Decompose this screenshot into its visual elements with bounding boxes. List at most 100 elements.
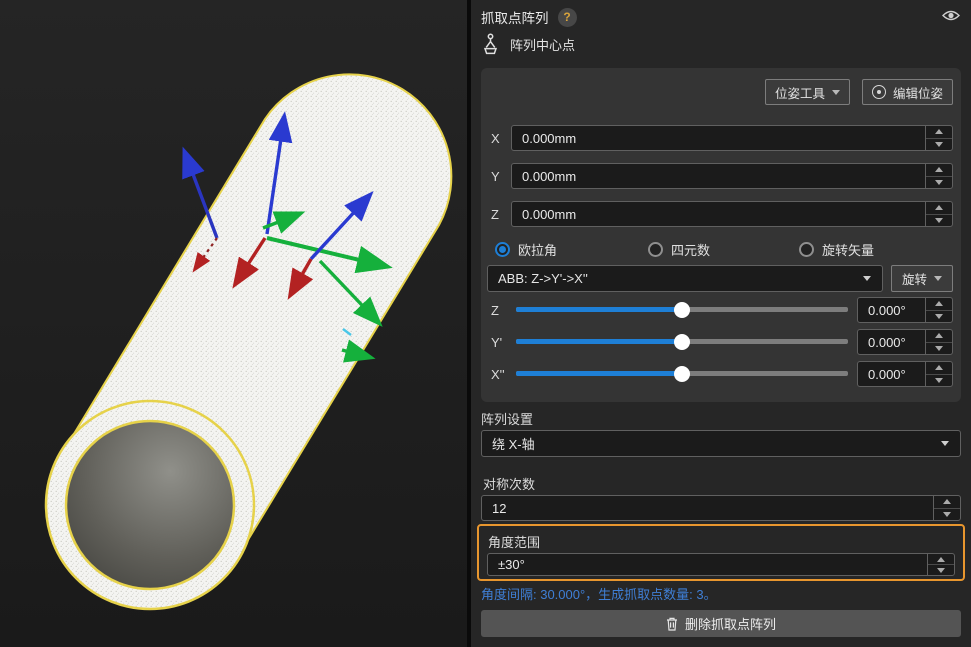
chevron-down-icon [832, 90, 840, 95]
up-arrow-icon [935, 129, 943, 134]
radio-rotation-vector-label: 旋转矢量 [822, 240, 874, 259]
up-arrow-icon [943, 499, 951, 504]
y-value[interactable]: 0.000mm [512, 164, 925, 188]
up-arrow-icon [935, 301, 943, 306]
spin-down-button[interactable] [926, 139, 952, 151]
rotate-label: 旋转 [902, 269, 927, 288]
spin-down-button[interactable] [926, 375, 952, 387]
spin-down-button[interactable] [934, 509, 960, 521]
spin-up-button[interactable] [926, 330, 952, 343]
slider-y[interactable] [516, 329, 848, 355]
edit-pose-button[interactable]: 编辑位姿 [862, 79, 953, 105]
slider-row-z: Z 0.000° [491, 297, 953, 323]
spin-up-button[interactable] [926, 164, 952, 177]
chevron-down-icon [941, 441, 949, 446]
spin-down-button[interactable] [926, 177, 952, 189]
symmetry-count-input[interactable]: 12 [481, 495, 961, 521]
chevron-down-icon [934, 276, 942, 281]
radio-unselected-icon [648, 242, 663, 257]
spin-down-button[interactable] [928, 565, 954, 575]
spinner [933, 496, 960, 520]
euler-convention-value: ABB: Z->Y'->X'' [488, 271, 863, 286]
z-spinner [925, 202, 952, 226]
panel-title: 抓取点阵列 [481, 7, 549, 27]
slider-thumb[interactable] [674, 302, 690, 318]
array-settings-label: 阵列设置 [481, 409, 533, 428]
radio-euler[interactable]: 欧拉角 [495, 240, 557, 259]
spin-up-button[interactable] [926, 362, 952, 375]
slider-z-value[interactable]: 0.000° [858, 298, 925, 322]
angle-range-input[interactable]: ±30° [487, 553, 955, 576]
spinner [927, 554, 954, 575]
slider-z-label: Z [491, 303, 516, 318]
down-arrow-icon [935, 314, 943, 319]
slider-thumb[interactable] [674, 366, 690, 382]
slider-fill [516, 339, 682, 344]
symmetry-count-value[interactable]: 12 [482, 496, 933, 520]
generation-status-text: 角度间隔: 30.000°，生成抓取点数量: 3。 [481, 584, 717, 603]
edit-pose-label: 编辑位姿 [893, 83, 943, 102]
slider-x-value[interactable]: 0.000° [858, 362, 925, 386]
radio-rotation-vector[interactable]: 旋转矢量 [799, 240, 874, 259]
x-input[interactable]: 0.000mm [511, 125, 953, 151]
eye-icon [942, 9, 960, 22]
3d-viewport[interactable] [0, 0, 467, 647]
z-input[interactable]: 0.000mm [511, 201, 953, 227]
down-arrow-icon [935, 180, 943, 185]
radio-euler-label: 欧拉角 [518, 240, 557, 259]
angle-range-label: 角度范围 [488, 532, 540, 551]
slider-thumb[interactable] [674, 334, 690, 350]
down-arrow-icon [943, 512, 951, 517]
array-axis-value: 绕 X-轴 [482, 434, 941, 453]
point-cloud-scene [0, 0, 467, 647]
angle-range-highlight-box: 角度范围 ±30° [477, 524, 965, 581]
euler-convention-select[interactable]: ABB: Z->Y'->X'' [487, 265, 883, 292]
help-icon[interactable]: ? [558, 8, 577, 27]
pose-tools-button[interactable]: 位姿工具 [765, 79, 850, 105]
position-row-x: X 0.000mm [491, 125, 953, 151]
down-arrow-icon [935, 346, 943, 351]
rotate-button[interactable]: 旋转 [891, 265, 953, 292]
spin-up-button[interactable] [926, 202, 952, 215]
spinner [925, 298, 952, 322]
chevron-down-icon [863, 276, 871, 281]
x-value[interactable]: 0.000mm [512, 126, 925, 150]
slider-z[interactable] [516, 297, 848, 323]
radio-quaternion[interactable]: 四元数 [648, 240, 710, 259]
y-input[interactable]: 0.000mm [511, 163, 953, 189]
spin-down-button[interactable] [926, 343, 952, 355]
pose-group: 位姿工具 编辑位姿 X 0.000mm [481, 68, 961, 402]
y-label: Y [491, 169, 511, 184]
slider-z-value-box[interactable]: 0.000° [857, 297, 953, 323]
slider-y-value-box[interactable]: 0.000° [857, 329, 953, 355]
slider-y-value[interactable]: 0.000° [858, 330, 925, 354]
visibility-toggle[interactable] [942, 9, 960, 27]
delete-array-button[interactable]: 删除抓取点阵列 [481, 610, 961, 637]
spin-up-button[interactable] [934, 496, 960, 509]
euler-convention-row: ABB: Z->Y'->X'' 旋转 [487, 265, 953, 292]
spin-down-button[interactable] [926, 311, 952, 323]
slider-x-value-box[interactable]: 0.000° [857, 361, 953, 387]
spin-up-button[interactable] [926, 298, 952, 311]
app-window: 抓取点阵列 ? 阵列中心点 位姿工具 [0, 0, 971, 647]
down-arrow-icon [935, 378, 943, 383]
pose-tools-label: 位姿工具 [775, 83, 825, 102]
radio-unselected-icon [799, 242, 814, 257]
array-center-point-label: 阵列中心点 [510, 35, 575, 54]
z-value[interactable]: 0.000mm [512, 202, 925, 226]
spin-down-button[interactable] [926, 215, 952, 227]
cylinder-rim-inner [66, 421, 234, 589]
array-axis-select[interactable]: 绕 X-轴 [481, 430, 961, 457]
up-arrow-icon [935, 205, 943, 210]
spin-up-button[interactable] [928, 554, 954, 565]
angle-range-value[interactable]: ±30° [488, 554, 927, 575]
position-row-z: Z 0.000mm [491, 201, 953, 227]
spin-up-button[interactable] [926, 126, 952, 139]
down-arrow-icon [935, 218, 943, 223]
x-label: X [491, 131, 511, 146]
grasp-point-array-panel: 抓取点阵列 ? 阵列中心点 位姿工具 [471, 0, 971, 647]
slider-x[interactable] [516, 361, 848, 387]
radio-quaternion-label: 四元数 [671, 240, 710, 259]
down-arrow-icon [937, 568, 945, 573]
slider-row-x: X'' 0.000° [491, 361, 953, 387]
